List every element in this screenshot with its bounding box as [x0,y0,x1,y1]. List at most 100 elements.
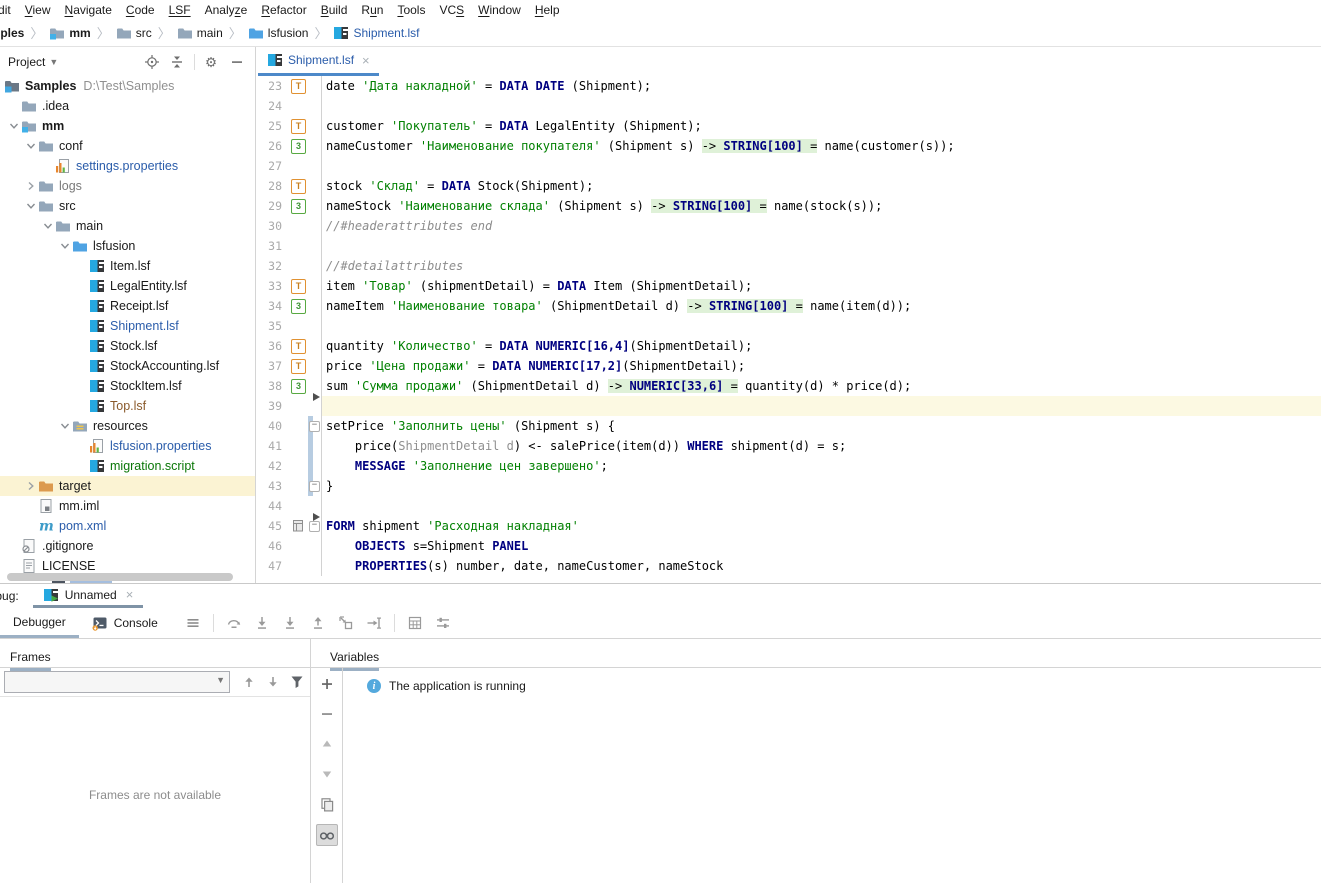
chevron-down-icon[interactable] [24,139,38,153]
menu-edit[interactable]: Edit [0,3,18,17]
code-line-39[interactable]: 39 [256,396,1321,416]
code-text[interactable]: PROPERTIES(s) number, date, nameCustomer… [321,556,1321,576]
property-gutter-icon[interactable]: T [291,278,306,294]
code-line-28[interactable]: 28 Tstock 'Склад' = DATA Stock(Shipment); [256,176,1321,196]
tree-row-pom-xml[interactable]: m pom.xml [0,516,255,536]
code-text[interactable]: nameStock 'Наименование склада' (Shipmen… [321,196,1321,216]
menu-refactor[interactable]: Refactor [254,3,313,17]
add-icon[interactable] [317,674,337,694]
step-over-icon[interactable] [226,615,242,631]
tree-row-migration-script[interactable]: migration.script [0,456,255,476]
step-out-icon[interactable] [310,615,326,631]
code-text[interactable]: nameCustomer 'Наименование покупателя' (… [321,136,1321,156]
property-gutter-icon[interactable]: 3 [291,298,306,314]
property-gutter-icon[interactable]: 3 [291,138,306,154]
force-step-into-icon[interactable] [282,615,298,631]
code-line-25[interactable]: 25 Tcustomer 'Покупатель' = DATA LegalEnt… [256,116,1321,136]
breadcrumb-item-main[interactable]: main [177,25,223,41]
chevron-down-icon[interactable] [58,239,72,253]
tree-row-target[interactable]: target [0,476,255,496]
code-line-37[interactable]: 37 Tprice 'Цена продажи' = DATA NUMERIC[1… [256,356,1321,376]
code-line-43[interactable]: 43 −} [256,476,1321,496]
menu-view[interactable]: View [18,3,58,17]
debug-session-tab[interactable]: Unnamed × [32,584,144,608]
code-text[interactable] [321,496,1321,516]
thread-selector-combobox[interactable]: ▼ [4,671,230,693]
breadcrumb-item-lsfusion[interactable]: lsfusion [248,25,308,41]
code-text[interactable] [321,316,1321,336]
tree-row--idea[interactable]: .idea [0,96,255,116]
tree-row-mm[interactable]: mm [0,116,255,136]
code-line-40[interactable]: 40 − setPrice 'Заполнить цены' (Shipment s… [256,416,1321,436]
run-to-cursor-icon[interactable] [366,615,382,631]
tree-row-item-lsf[interactable]: Item.lsf [0,256,255,276]
down-icon[interactable] [265,674,281,690]
code-text[interactable]: sum 'Сумма продажи' (ShipmentDetail d) -… [321,376,1321,396]
code-editor[interactable]: 23 Tdate 'Дата накладной' = DATA DATE (Sh… [256,76,1321,583]
code-line-31[interactable]: 31 [256,236,1321,256]
code-text[interactable]: MESSAGE 'Заполнение цен завершено'; [321,456,1321,476]
code-line-47[interactable]: 47 PROPERTIES(s) number, date, nameCusto… [256,556,1321,576]
menu-build[interactable]: Build [314,3,355,17]
tree-row-lsfusion[interactable]: lsfusion [0,236,255,256]
breadcrumb-item-samples[interactable]: Samples [0,26,24,40]
code-text[interactable]: price 'Цена продажи' = DATA NUMERIC[17,2… [321,356,1321,376]
up-icon[interactable] [241,674,257,690]
code-line-27[interactable]: 27 [256,156,1321,176]
code-line-29[interactable]: 29 3 nameStock 'Наименование склада' (Ship… [256,196,1321,216]
tree-row-legalentity-lsf[interactable]: LegalEntity.lsf [0,276,255,296]
code-text[interactable]: //#headerattributes end [321,216,1321,236]
remove-icon[interactable] [317,704,337,724]
code-text[interactable]: date 'Дата накладной' = DATA DATE (Shipm… [321,76,1321,96]
tree-row-settings-properties[interactable]: settings.properties [0,156,255,176]
move-down-icon[interactable] [317,764,337,784]
menu-window[interactable]: Window [471,3,528,17]
code-text[interactable]: OBJECTS s=Shipment PANEL [321,536,1321,556]
watches-icon[interactable] [315,824,338,846]
tab-console[interactable]: Console [79,610,171,637]
settings-icon[interactable]: ⚙ [204,54,220,70]
code-line-38[interactable]: 38 3 sum 'Сумма продажи' (ShipmentDetail d… [256,376,1321,401]
tree-row-main[interactable]: main [0,216,255,236]
chevron-right-icon[interactable] [24,179,38,193]
hide-icon[interactable] [229,54,245,70]
tree-row-top-lsf[interactable]: Top.lsf [0,396,255,416]
menu-analyze[interactable]: Analyze [198,3,255,17]
property-gutter-icon[interactable]: T [291,358,306,374]
code-line-33[interactable]: 33 Titem 'Товар' (shipmentDetail) = DATA … [256,276,1321,296]
move-up-icon[interactable] [317,734,337,754]
tree-row-resources[interactable]: resources [0,416,255,436]
code-line-26[interactable]: 26 3 nameCustomer 'Наименование покупателя… [256,136,1321,156]
close-icon[interactable]: × [362,53,370,68]
property-gutter-icon[interactable]: T [291,338,306,354]
code-text[interactable] [321,96,1321,116]
code-text[interactable]: } [321,476,1321,496]
tree-row-mm-iml[interactable]: mm.iml [0,496,255,516]
tab-debugger[interactable]: Debugger [0,608,79,638]
code-line-30[interactable]: 30 //#headerattributes end [256,216,1321,236]
tree-row-shipment-lsf[interactable]: Shipment.lsf [0,316,255,336]
code-text[interactable]: //#detailattributes [321,256,1321,276]
duplicate-icon[interactable] [317,794,337,814]
property-gutter-icon[interactable]: T [291,178,306,194]
chevron-down-icon[interactable] [7,119,21,133]
code-text[interactable] [321,236,1321,256]
code-line-35[interactable]: 35 [256,316,1321,336]
code-text[interactable]: price(ShipmentDetail d) <- salePrice(ite… [321,436,1321,456]
evaluate-expression-icon[interactable] [407,615,423,631]
tree-row-src[interactable]: src [0,196,255,216]
chevron-down-icon[interactable] [58,419,72,433]
code-line-34[interactable]: 34 3 nameItem 'Наименование товара' (Shipm… [256,296,1321,316]
tree-row-stock-lsf[interactable]: Stock.lsf [0,336,255,356]
layout-settings-icon[interactable] [435,615,451,631]
tree-row--gitignore[interactable]: .gitignore [0,536,255,556]
more-icon[interactable] [185,615,201,631]
fold-marker-icon[interactable]: − [309,481,320,492]
breadcrumb-item-mm[interactable]: mm [49,25,91,41]
gutter-arrow-icon[interactable] [313,513,320,521]
close-icon[interactable]: × [126,587,134,602]
project-view-selector[interactable]: Project ▼ [8,55,58,69]
code-text[interactable]: setPrice 'Заполнить цены' (Shipment s) { [321,416,1321,436]
breadcrumb-item-src[interactable]: src [116,25,152,41]
code-line-42[interactable]: 42 MESSAGE 'Заполнение цен завершено'; [256,456,1321,476]
